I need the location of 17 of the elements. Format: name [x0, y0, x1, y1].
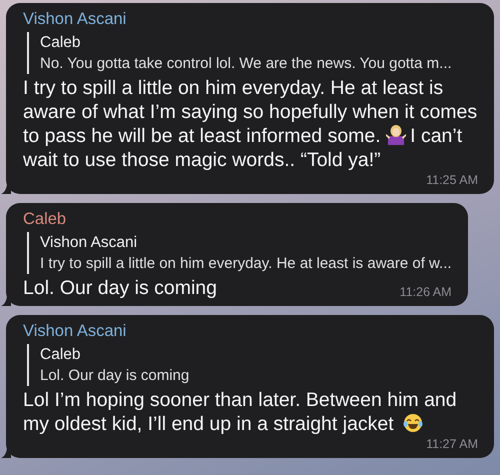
sender-name: Caleb — [23, 209, 68, 229]
message-text: Lol. Our day is coming — [23, 276, 218, 300]
message-text: I try to spill a little on him everyday. He at least is aware of what I’m saying so hopefully when it comes to pass he will be at least informed some. I can’t wait to use those magic words.. “Told ya!” — [23, 76, 478, 172]
sender-name: Vishon Ascani — [23, 9, 128, 29]
timestamp: 11:27 AM — [425, 436, 478, 452]
message-text: Lol I’m hoping sooner than later. Between him and my oldest kid, I’ll end up in a straight jacket — [23, 388, 458, 436]
timestamp: 11:25 AM — [425, 172, 478, 188]
quoted-text: Lol. Our day is coming — [40, 366, 190, 386]
laughing-face-icon — [403, 413, 424, 433]
quoted-text: I try to spill a little on him everyday. He at least is aware of w... — [40, 254, 452, 274]
shrugging-person-icon — [386, 125, 406, 145]
quoted-author: Caleb — [40, 33, 82, 53]
quoted-author: Caleb — [40, 345, 82, 365]
timestamp: 11:26 AM — [398, 284, 452, 300]
quoted-text: No. You gotta take control lol. We are the news. You gotta m... — [40, 54, 453, 74]
quoted-author: Vishon Ascani — [40, 233, 138, 253]
sender-name: Vishon Ascani — [23, 321, 128, 341]
